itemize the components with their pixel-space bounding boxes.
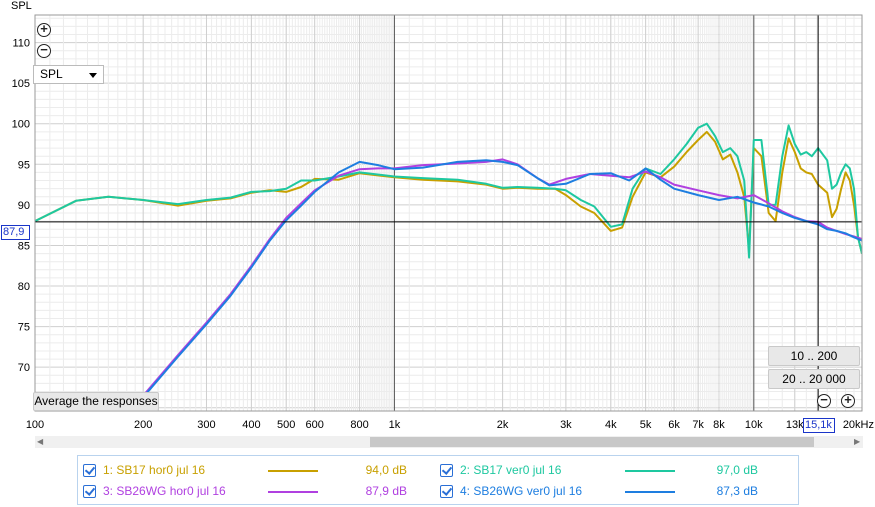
legend-swatch [625,470,675,472]
x-tick-label: 6k [668,419,680,431]
legend-label: 1: SB17 hor0 jul 16 [103,463,206,477]
x-zoom-out-icon[interactable]: − [817,393,831,408]
x-tick-label: 2k [497,419,509,431]
x-tick-label: 7k [692,419,704,431]
checkbox-checked-icon[interactable] [440,464,453,477]
legend-swatch [268,470,318,472]
zoom-in-icon[interactable]: + [37,22,51,37]
legend-item-4[interactable]: 4: SB26WG ver0 jul 16 87,3 dB [440,481,790,501]
x-tick-label: 200 [134,419,152,431]
x-zoom-in-icon[interactable]: + [841,393,855,408]
legend-swatch [268,491,318,493]
x-tick-label: 20kHz [843,419,874,431]
x-tick-label: 13k [786,419,804,431]
legend-value: 97,0 dB [716,463,758,477]
y-tick-label: 90 [18,200,30,212]
legend-panel: 1: SB17 hor0 jul 16 94,0 dB 2: SB17 ver0… [77,455,799,505]
y-tick-label: 110 [12,38,30,50]
scroll-left-icon[interactable]: ◀ [37,437,43,446]
x-tick-labels: 100 200 300 400 500 600 800 1k 2k 3k 4k 5k 6k 7k 8k 10k… [26,419,874,431]
legend-label: 3: SB26WG hor0 jul 16 [103,484,226,498]
chart-grid [34,15,863,411]
x-tick-label: 4k [605,419,617,431]
legend-value: 87,3 dB [716,484,758,498]
x-tick-label: 1k [389,419,401,431]
cursor-y-readout: 87,9 [1,225,30,240]
average-responses-button[interactable]: Average the responses [33,392,159,411]
y-axis-title: SPL [11,0,32,12]
x-tick-label: 800 [350,419,368,431]
y-tick-label: 100 [12,119,30,131]
y-tick-labels: 70 75 80 85 90 95 100 105 110 [12,38,30,375]
spl-chart[interactable]: 100 200 300 400 500 600 800 1k 2k 3k 4k 5k 6k 7k 8k 10k… [0,0,875,435]
y-tick-label: 70 [18,362,30,374]
x-tick-label: 600 [305,419,323,431]
x-range-button[interactable]: 20 .. 20 000 [768,369,860,389]
y-tick-label: 105 [12,78,30,90]
measurement-type-value: SPL [40,67,63,81]
scroll-right-icon[interactable]: ▶ [854,437,860,446]
x-tick-label: 300 [197,419,215,431]
legend-label: 2: SB17 ver0 jul 16 [460,463,562,477]
legend-label: 4: SB26WG ver0 jul 16 [460,484,583,498]
x-tick-label: 100 [26,419,44,431]
legend-item-3[interactable]: 3: SB26WG hor0 jul 16 87,9 dB [83,481,433,501]
y-tick-label: 80 [18,281,30,293]
legend-value: 94,0 dB [365,463,407,477]
scrollbar-thumb[interactable] [370,437,814,447]
chart-series [35,122,862,411]
series-line-1 [35,130,862,254]
x-tick-label: 8k [713,419,725,431]
legend-swatch [625,491,675,493]
x-tick-label: 500 [277,419,295,431]
zoom-out-icon[interactable]: − [37,43,51,58]
y-range-button[interactable]: 10 .. 200 [768,346,860,366]
checkbox-checked-icon[interactable] [440,485,453,498]
checkbox-checked-icon[interactable] [83,464,96,477]
chevron-down-icon [89,73,97,78]
y-tick-label: 75 [18,322,30,334]
measurement-type-select[interactable]: SPL [33,65,104,84]
y-tick-label: 85 [18,240,30,252]
x-tick-label: 3k [560,419,572,431]
x-tick-label: 10k [745,419,763,431]
cursor-x-readout: 15,1k [803,418,835,433]
checkbox-checked-icon[interactable] [83,485,96,498]
legend-item-2[interactable]: 2: SB17 ver0 jul 16 97,0 dB [440,460,790,480]
x-tick-label: 5k [640,419,652,431]
x-tick-label: 400 [242,419,260,431]
legend-value: 87,9 dB [365,484,407,498]
legend-item-1[interactable]: 1: SB17 hor0 jul 16 94,0 dB [83,460,433,480]
y-tick-label: 95 [18,159,30,171]
